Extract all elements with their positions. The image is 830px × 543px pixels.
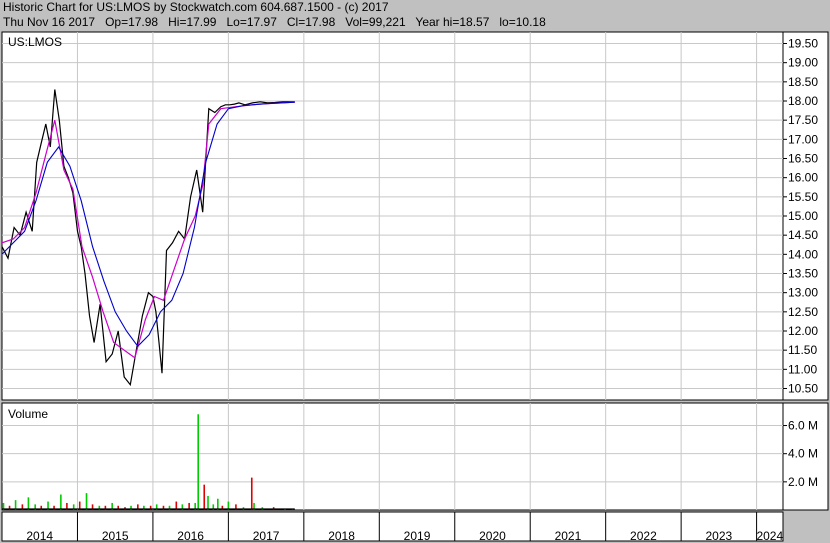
price-tick-label: 18.50 <box>788 75 818 89</box>
volume-tick-label: 2.0 M <box>788 475 818 489</box>
price-tick-label: 11.50 <box>788 343 817 357</box>
price-tick-label: 15.00 <box>788 209 818 223</box>
stock-chart: 10.50 11.00 11.50 12.00 12.50 13.00 13.50 14.00… <box>1 31 829 543</box>
price-tick-label: 10.50 <box>788 382 818 396</box>
price-tick-label: 13.50 <box>788 267 818 281</box>
price-tick-label: 18.00 <box>788 94 818 108</box>
volume-bar <box>203 484 206 510</box>
volume-bar <box>197 414 199 510</box>
x-tick-label: 2017 <box>253 529 280 543</box>
volume-bar <box>27 497 30 510</box>
price-tick-label: 17.00 <box>788 132 818 146</box>
volume-bar <box>207 495 209 510</box>
x-tick-label: 2023 <box>706 529 733 543</box>
x-tick-label: 2021 <box>555 529 582 543</box>
chart-window: Historic Chart for US:LMOS by Stockwatch… <box>0 0 830 543</box>
price-tick-label: 19.50 <box>788 37 818 51</box>
x-tick-label: 2024 <box>756 529 783 543</box>
volume-bar <box>217 498 219 510</box>
price-tick-label: 19.00 <box>788 56 818 70</box>
price-tick-label: 12.50 <box>788 305 818 319</box>
x-tick-label: 2018 <box>328 529 355 543</box>
price-tick-label: 14.00 <box>788 247 818 261</box>
price-tick-label: 17.50 <box>788 113 818 127</box>
x-tick-label: 2015 <box>102 529 129 543</box>
price-tick-label: 15.50 <box>788 190 818 204</box>
volume-panel-title: Volume <box>8 407 48 421</box>
chart-frames <box>1 31 829 542</box>
price-tick-label: 12.00 <box>788 324 818 338</box>
price-tick-label: 14.50 <box>788 228 818 242</box>
volume-bar <box>85 493 88 510</box>
volume-bar <box>60 494 62 510</box>
x-tick-label: 2019 <box>404 529 431 543</box>
volume-tick-label: 6.0 M <box>788 419 818 433</box>
volume-panel <box>1 402 784 511</box>
volume-tick-label: 4.0 M <box>788 447 818 461</box>
price-tick-label: 16.50 <box>788 152 818 166</box>
x-tick-label: 2020 <box>479 529 506 543</box>
price-tick-label: 13.00 <box>788 286 818 300</box>
price-tick-label: 16.00 <box>788 171 818 185</box>
price-panel-title: US:LMOS <box>8 35 62 49</box>
x-tick-label: 2022 <box>630 529 657 543</box>
price-tick-label: 11.00 <box>788 362 817 376</box>
volume-bar <box>250 477 253 510</box>
x-tick-label: 2014 <box>26 529 53 543</box>
x-tick-label: 2016 <box>177 529 204 543</box>
